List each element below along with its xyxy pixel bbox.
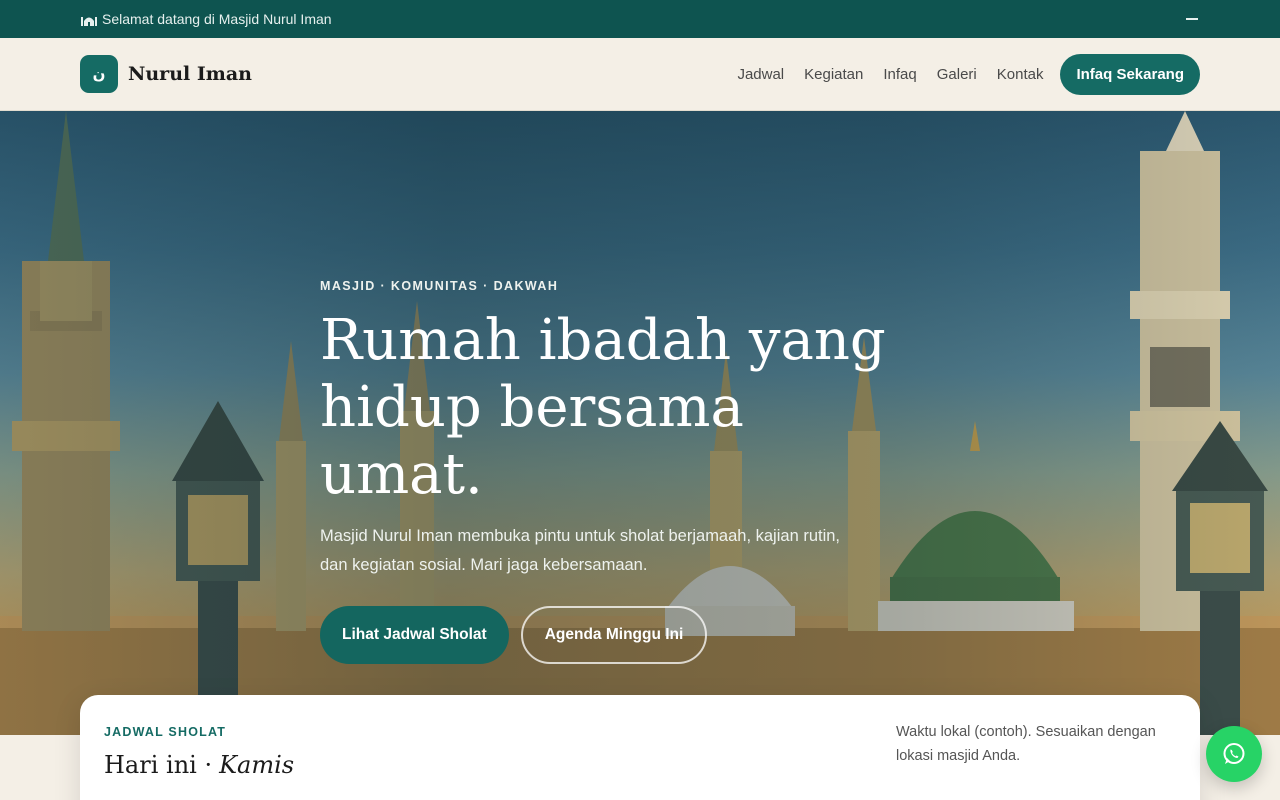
schedule-heading-prefix: Hari ini · — [104, 751, 213, 779]
main-nav: Jadwal Kegiatan Infaq Galeri Kontak Infa… — [737, 53, 1200, 95]
nav-link-galeri[interactable]: Galeri — [937, 66, 977, 83]
nav-link-kontak[interactable]: Kontak — [997, 66, 1044, 83]
hero-section: MASJID · KOMUNITAS · DAKWAH Rumah ibadah… — [0, 111, 1280, 735]
minus-icon[interactable] — [1186, 18, 1198, 20]
site-header: ن Nurul Iman Jadwal Kegiatan Infaq Galer… — [0, 38, 1280, 111]
hero-description: Masjid Nurul Iman membuka pintu untuk sh… — [320, 527, 841, 574]
logo[interactable]: ن — [80, 55, 118, 93]
schedule-label: JADWAL SHOLAT — [104, 725, 227, 739]
prayer-schedule-card: JADWAL SHOLAT Hari ini · Kamis Waktu lok… — [80, 695, 1200, 800]
hero-actions: Lihat Jadwal Sholat Agenda Minggu Ini — [320, 606, 940, 664]
whatsapp-button[interactable] — [1206, 726, 1262, 782]
nav-link-kegiatan[interactable]: Kegiatan — [804, 66, 863, 83]
weekly-agenda-button[interactable]: Agenda Minggu Ini — [520, 606, 708, 664]
whatsapp-icon — [1223, 743, 1245, 764]
schedule-heading: Hari ini · Kamis — [104, 751, 294, 779]
brand-name[interactable]: Nurul Iman — [128, 63, 252, 85]
hero-eyebrow: MASJID · KOMUNITAS · DAKWAH — [320, 279, 559, 293]
schedule-note: Waktu lokal (contoh). Sesuaikan dengan l… — [896, 724, 1156, 764]
welcome-text: Selamat datang di Masjid Nurul Iman — [102, 11, 332, 27]
hero-content: MASJID · KOMUNITAS · DAKWAH Rumah ibadah… — [320, 279, 940, 664]
infaq-now-button[interactable]: Infaq Sekarang — [1060, 53, 1200, 95]
top-announcement-bar: Selamat datang di Masjid Nurul Iman — [0, 0, 1280, 38]
nav-link-infaq[interactable]: Infaq — [883, 66, 916, 83]
brand[interactable]: ن Nurul Iman — [80, 55, 252, 93]
view-prayer-schedule-button[interactable]: Lihat Jadwal Sholat — [320, 606, 509, 664]
welcome-message: Selamat datang di Masjid Nurul Iman — [80, 11, 332, 27]
schedule-day: Kamis — [219, 751, 295, 779]
mosque-icon — [80, 12, 98, 26]
hero-title: Rumah ibadah yang hidup bersama umat. — [320, 308, 886, 507]
nav-link-jadwal[interactable]: Jadwal — [737, 66, 784, 83]
